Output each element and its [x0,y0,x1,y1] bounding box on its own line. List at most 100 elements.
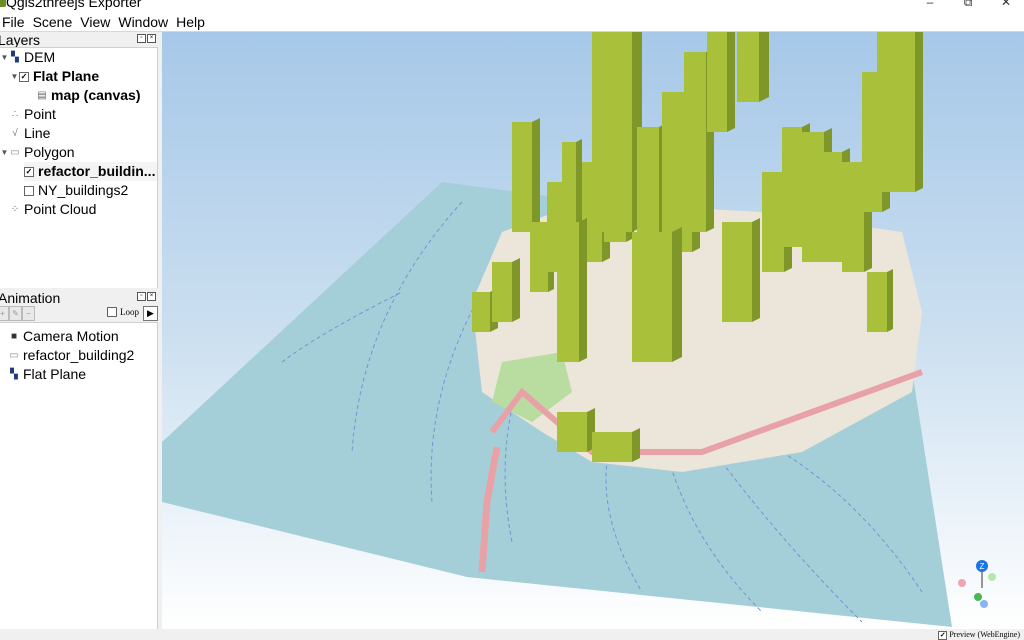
close-panel-icon[interactable]: × [147,292,156,301]
building-24 [722,222,752,322]
minimize-button[interactable]: – [920,0,940,10]
layer-flat-plane[interactable]: ▼ ✓ Flat Plane [10,67,100,86]
expand-arrow-icon[interactable]: ▼ [0,48,9,67]
polygon-icon: ▭ [10,146,20,158]
layer-point[interactable]: ∴ Point [9,105,56,124]
loop-label: Loop [120,307,139,317]
preview-checkbox[interactable]: ✓ [938,630,948,640]
line-icon: √ [12,127,18,139]
axis-y-icon[interactable] [974,593,982,601]
building-8 [557,222,579,362]
building-side-14 [759,32,769,102]
anim-label: Camera Motion [23,328,119,344]
float-panel-icon[interactable]: ▫ [137,292,146,301]
layer-checkbox[interactable] [24,185,34,196]
anim-camera-motion[interactable]: ■ Camera Motion [8,327,119,346]
expand-arrow-icon[interactable]: ▼ [10,67,19,86]
building-26 [557,412,587,452]
layers-tree: ▼ ▚ DEM ▼ ✓ Flat Plane ▤ map (canvas) ∴ … [0,47,158,288]
menu-file[interactable]: File [0,12,30,32]
building-9 [592,32,632,232]
building-25 [632,232,672,362]
close-button[interactable]: ✕ [996,0,1016,10]
axis-z-label: Z [980,562,985,571]
3d-viewport[interactable]: Z [162,32,1024,629]
remove-icon[interactable]: − [22,306,35,321]
float-panel-icon[interactable]: ▫ [137,34,146,43]
building-side-13 [727,32,735,132]
axis-y-neg-icon[interactable] [988,573,996,581]
layer-label: Line [24,125,51,141]
layer-refactor-building[interactable]: ✓ refactor_buildin... [24,162,157,181]
add-keyframe-icon[interactable]: + [0,306,9,321]
preview-label: Preview (WebEngine) [949,630,1020,639]
dem-icon: ▚ [10,368,18,380]
building-side-2 [532,118,540,232]
layer-label: map (canvas) [51,87,141,103]
layer-polygon[interactable]: ▼ ▭ Polygon [0,143,75,162]
close-panel-icon[interactable]: × [147,34,156,43]
expand-arrow-icon[interactable]: ▼ [0,143,9,162]
menu-view[interactable]: View [77,12,115,32]
building-13 [707,32,727,132]
status-bar: ✓ Preview (WebEngine) [0,629,1024,640]
layer-map-canvas[interactable]: ▤ map (canvas) [36,86,140,105]
building-0 [472,292,490,332]
building-18 [822,152,842,262]
loop-toggle[interactable]: Loop [107,307,139,317]
building-2 [512,122,532,232]
layer-checkbox[interactable]: ✓ [24,166,34,177]
building-side-25 [672,227,682,362]
menu-help[interactable]: Help [173,12,210,32]
building-17 [802,132,824,262]
navigation-gizmo[interactable]: Z [958,560,996,608]
building-14 [737,32,759,102]
menu-bar: File Scene View Window Help [0,12,1024,32]
building-15 [762,172,784,272]
menu-window[interactable]: Window [115,12,173,32]
layer-label: Polygon [24,144,75,160]
animation-toolbar: + ✎ − Loop ▶ [0,305,160,322]
layer-point-cloud[interactable]: ⁘ Point Cloud [9,200,97,219]
layer-label: DEM [24,49,56,65]
building-22 [897,32,915,192]
layer-label: Flat Plane [33,68,100,84]
anim-refactor-building2[interactable]: ▭ refactor_building2 [8,346,134,365]
axis-x-neg-icon[interactable] [958,579,966,587]
animation-panel-header: Animation ▫ × [0,291,160,305]
polygon-icon: ▭ [9,349,19,361]
building-side-24 [752,218,760,322]
layers-panel-header: Layers ▫ × [0,33,160,47]
point-icon: ∴ [11,108,19,120]
dem-icon: ▚ [11,51,19,63]
layer-label: NY_buildings2 [38,182,129,198]
building-1 [492,262,512,322]
axis-z-neg-icon[interactable] [980,600,988,608]
maximize-button[interactable]: ⧉ [958,0,978,10]
play-button[interactable]: ▶ [143,306,158,321]
loop-checkbox[interactable] [107,307,117,317]
layer-label: Point [24,106,56,122]
layer-checkbox[interactable]: ✓ [19,71,29,82]
building-12 [684,52,706,232]
building-23 [867,272,887,332]
building-21 [877,32,897,192]
layer-ny-buildings2[interactable]: NY_buildings2 [24,181,128,200]
building-side-1 [512,258,520,322]
anim-label: Flat Plane [23,366,87,382]
building-side-23 [887,269,893,332]
layer-label: Point Cloud [24,201,97,217]
raster-icon: ▤ [37,89,47,101]
preview-toggle[interactable]: ✓ Preview (WebEngine) [938,630,1020,640]
layer-dem[interactable]: ▼ ▚ DEM [0,48,56,67]
building-side-22 [915,32,923,192]
scene-canvas[interactable]: Z [162,32,1024,629]
building-side-8 [579,218,587,362]
building-side-27 [632,428,640,462]
point-cloud-icon: ⁘ [10,203,20,215]
edit-icon[interactable]: ✎ [9,306,22,321]
layer-line[interactable]: √ Line [9,124,50,143]
menu-scene[interactable]: Scene [30,12,78,32]
title-bar: Qgis2threejs Exporter – ⧉ ✕ [0,0,1024,12]
anim-flat-plane[interactable]: ▚ Flat Plane [8,365,86,384]
